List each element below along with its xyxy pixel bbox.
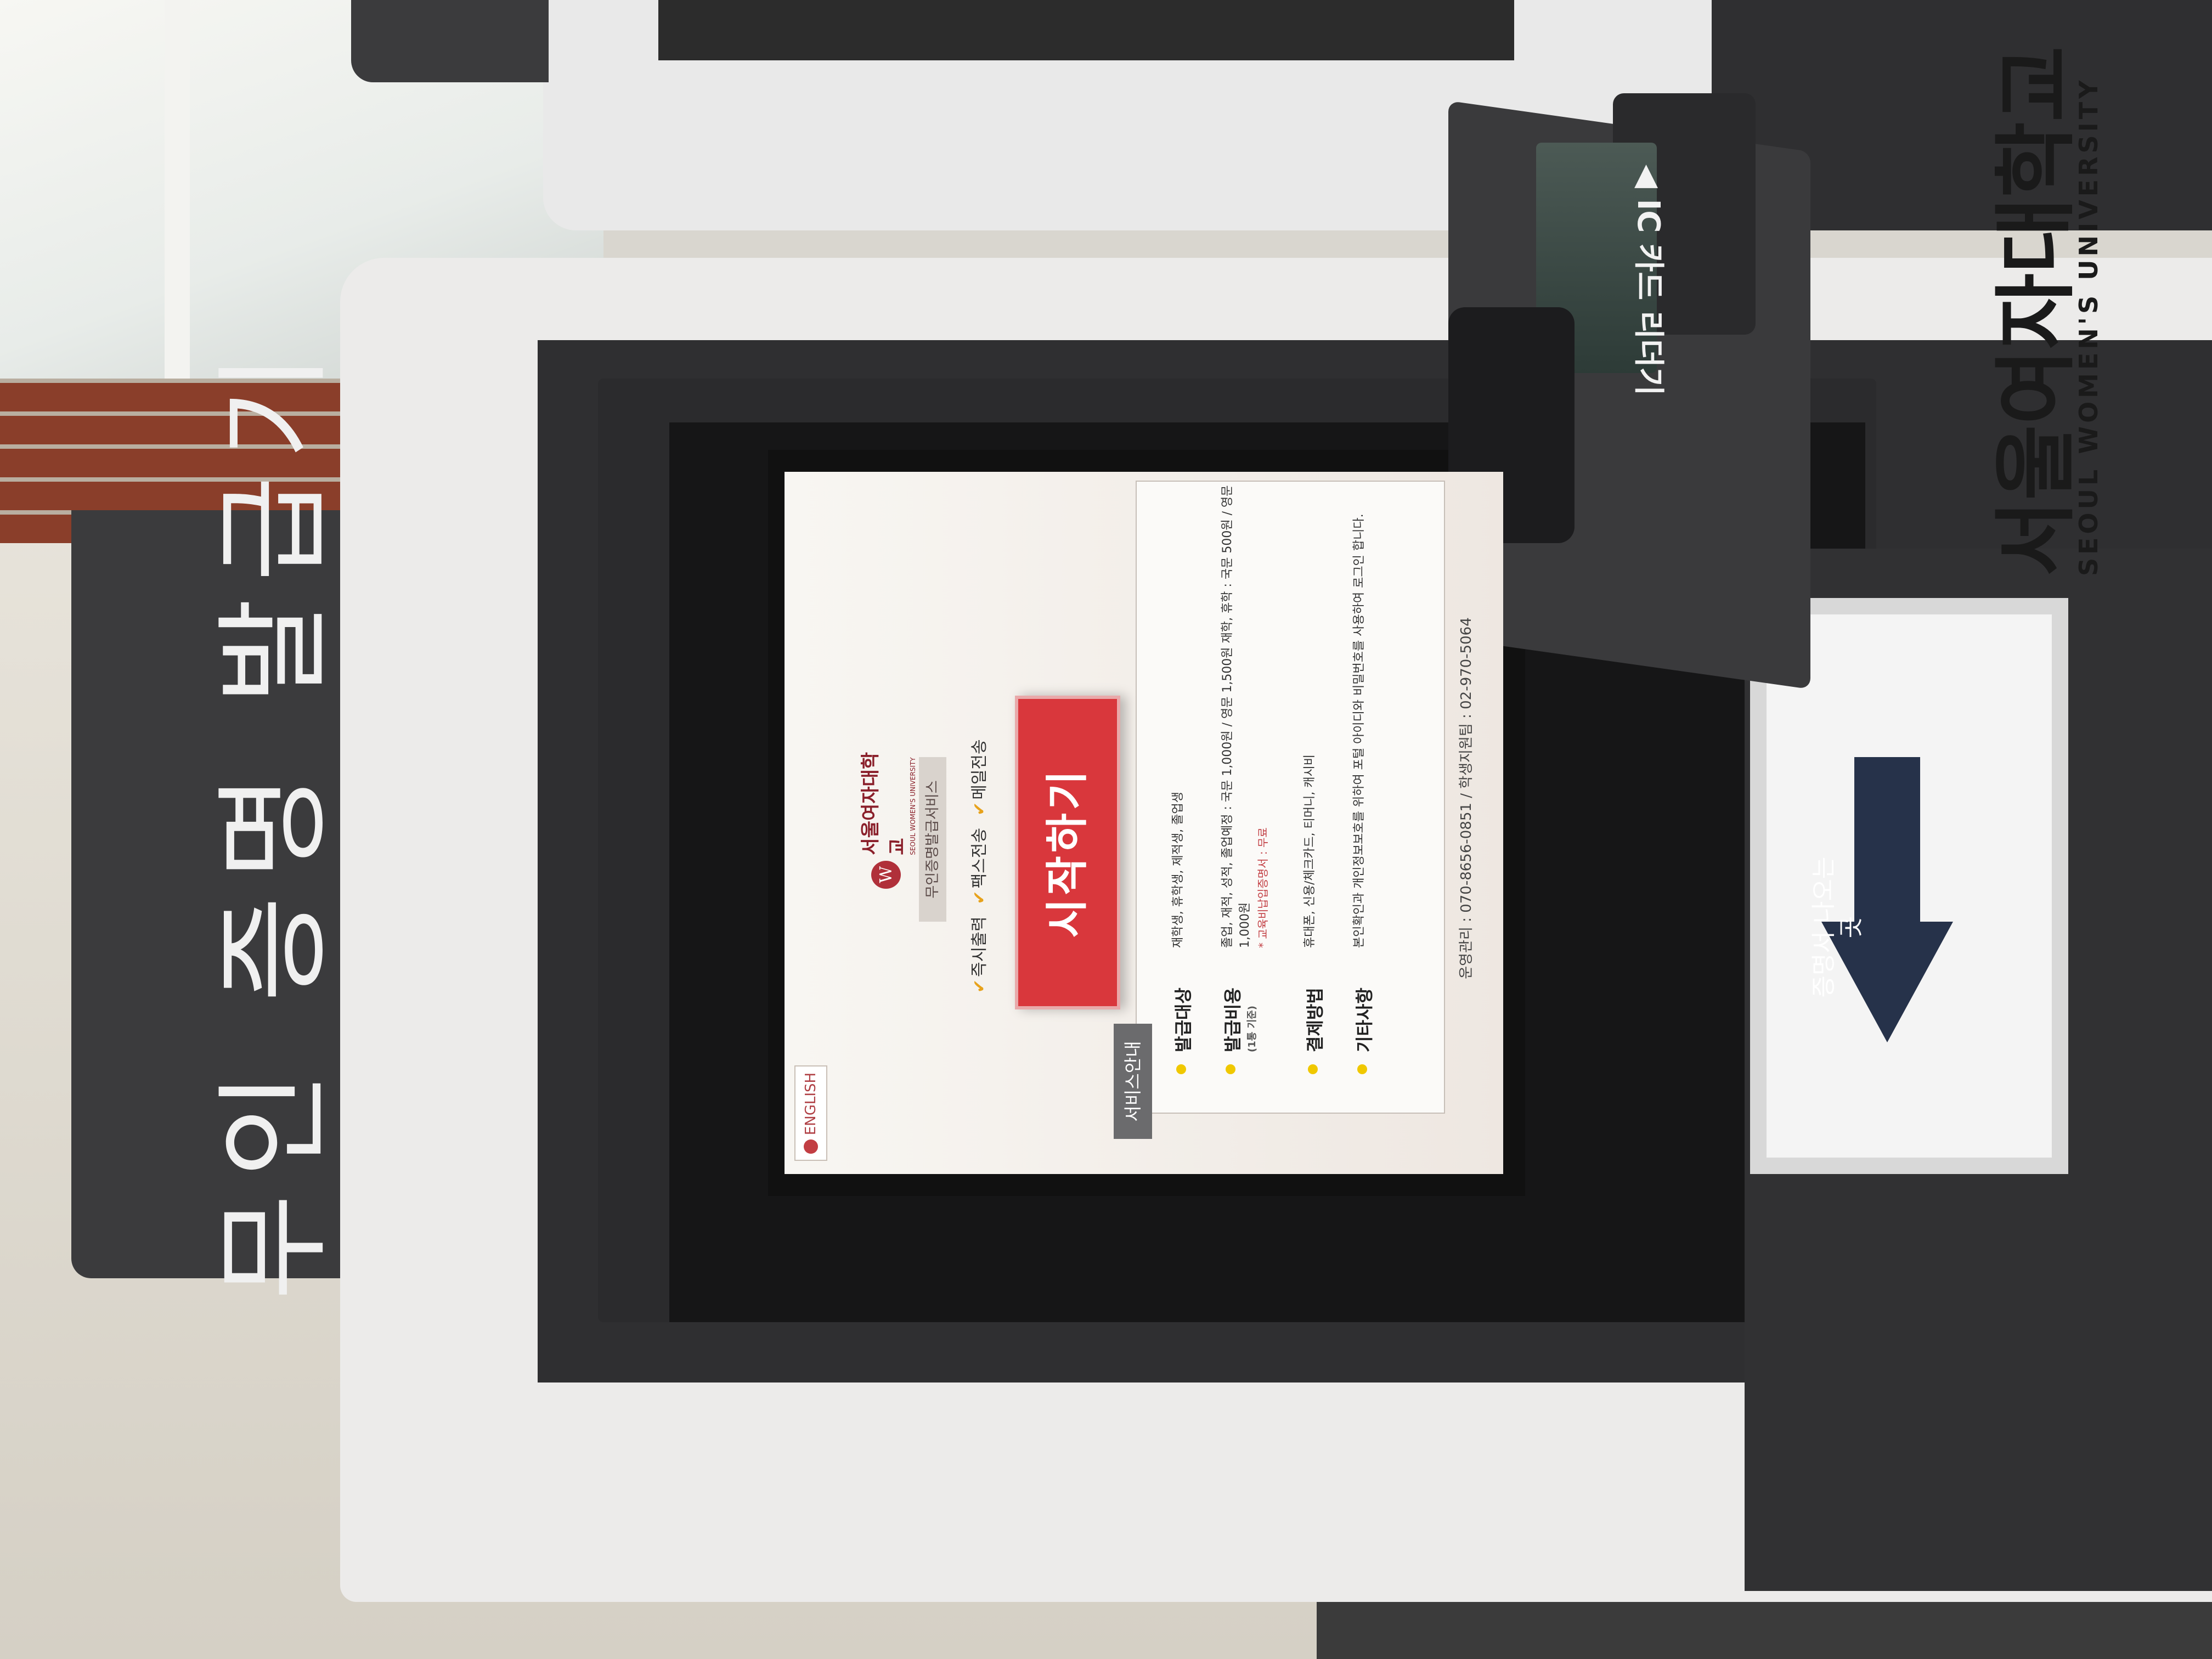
feature-list: ✔즉시출력 ✔팩스전송 ✔메일전송: [966, 653, 989, 993]
brand-name: 서울여자대학교: [1989, 46, 2084, 576]
logo-name: 서울여자대학교: [860, 752, 909, 855]
window-frame: [165, 0, 190, 417]
info-row: 발급비용 (1통 기준) 졸업, 재적, 성적, 졸업예정 : 국문 1,000…: [1219, 482, 1272, 1074]
bullet-icon: [1357, 1064, 1367, 1074]
kiosk-screen-content: ENGLISH W 서울여자대학교 SEOUL WOMEN'S UNIVERSI…: [785, 472, 1503, 1174]
university-logo: W 서울여자대학교 SEOUL WOMEN'S UNIVERSITY: [860, 741, 917, 889]
info-value: 졸업, 재적, 성적, 졸업예정 : 국문 1,000원 / 영문 1,500원…: [1221, 485, 1252, 948]
output-slot-label: 증명서 나오는 곳: [1810, 856, 1865, 998]
info-value: 본인확인과 개인정보보호를 위하여 포털 아이디와 비밀번호를 사용하여 로그인…: [1352, 514, 1366, 948]
start-button[interactable]: 시작하기: [1015, 696, 1120, 1009]
english-button-label: ENGLISH: [803, 1072, 819, 1136]
logo-text: 서울여자대학교 SEOUL WOMEN'S UNIVERSITY: [855, 741, 917, 855]
info-row: 기타사항 본인확인과 개인정보보호를 위하여 포털 아이디와 비밀번호를 사용하…: [1351, 514, 1376, 1074]
kiosk-photo: 무인 증명 발급기 증명서 나오는 곳 서울여자대학교 SEOUL WOMEN'…: [0, 0, 2212, 1659]
globe-icon: [804, 1139, 818, 1154]
info-label: 발급대상: [1173, 988, 1194, 1052]
upper-kiosk-screen: [658, 0, 1514, 60]
feature-item: ✔메일전송: [970, 739, 989, 816]
brand-name-en: SEOUL WOMEN'S UNIVERSITY: [2074, 77, 2103, 576]
logo-name-en: SEOUL WOMEN'S UNIVERSITY: [909, 757, 917, 855]
feature-item: ✔즉시출력: [970, 916, 989, 993]
service-title: 무인증명발급서비스: [919, 757, 946, 922]
check-icon: ✔: [970, 802, 989, 816]
info-row: 결제방법 휴대폰, 신용/체크카드, 티머니, 캐시비: [1301, 754, 1327, 1074]
check-icon: ✔: [970, 890, 989, 905]
check-icon: ✔: [970, 979, 989, 993]
service-info-tag: 서비스안내: [1114, 1024, 1152, 1139]
info-value: 재학생, 휴학생, 제적생, 졸업생: [1171, 792, 1185, 948]
kiosk-screen: ENGLISH W 서울여자대학교 SEOUL WOMEN'S UNIVERSI…: [785, 472, 1503, 1174]
info-label-group: 발급비용 (1통 기준): [1219, 948, 1259, 1052]
info-note: * 교육비납입증명서 : 무료: [1256, 827, 1269, 948]
logo-mark: W: [871, 860, 901, 889]
info-sublabel: (1통 기준): [1246, 1006, 1258, 1052]
service-info-box: 발급대상 재학생, 휴학생, 제적생, 졸업생 발급비용 (1통 기준) 졸업,…: [1136, 481, 1445, 1114]
card-reader-label: ◀ IC 카드 리더기: [1630, 165, 1666, 396]
info-label: 기타사항: [1354, 988, 1375, 1052]
bullet-icon: [1176, 1064, 1186, 1074]
bullet-icon: [1308, 1064, 1318, 1074]
english-button[interactable]: ENGLISH: [794, 1065, 827, 1161]
info-row: 발급대상 재학생, 휴학생, 제적생, 졸업생: [1170, 792, 1195, 1074]
info-value-group: 졸업, 재적, 성적, 졸업예정 : 국문 1,000원 / 영문 1,500원…: [1219, 482, 1272, 948]
upper-side-sign: [351, 0, 549, 82]
info-value: 휴대폰, 신용/체크카드, 티머니, 캐시비: [1303, 754, 1317, 948]
contact-footer: 운영관리 : 070-8656-0851 / 학생지원팀 : 02-970-50…: [1458, 617, 1475, 979]
bullet-icon: [1226, 1064, 1235, 1074]
side-sign-text: 무인 증명 발급기: [207, 337, 341, 1300]
feature-item: ✔팩스전송: [970, 827, 989, 905]
info-label: 결제방법: [1305, 988, 1325, 1052]
info-label: 발급비용: [1222, 988, 1243, 1052]
